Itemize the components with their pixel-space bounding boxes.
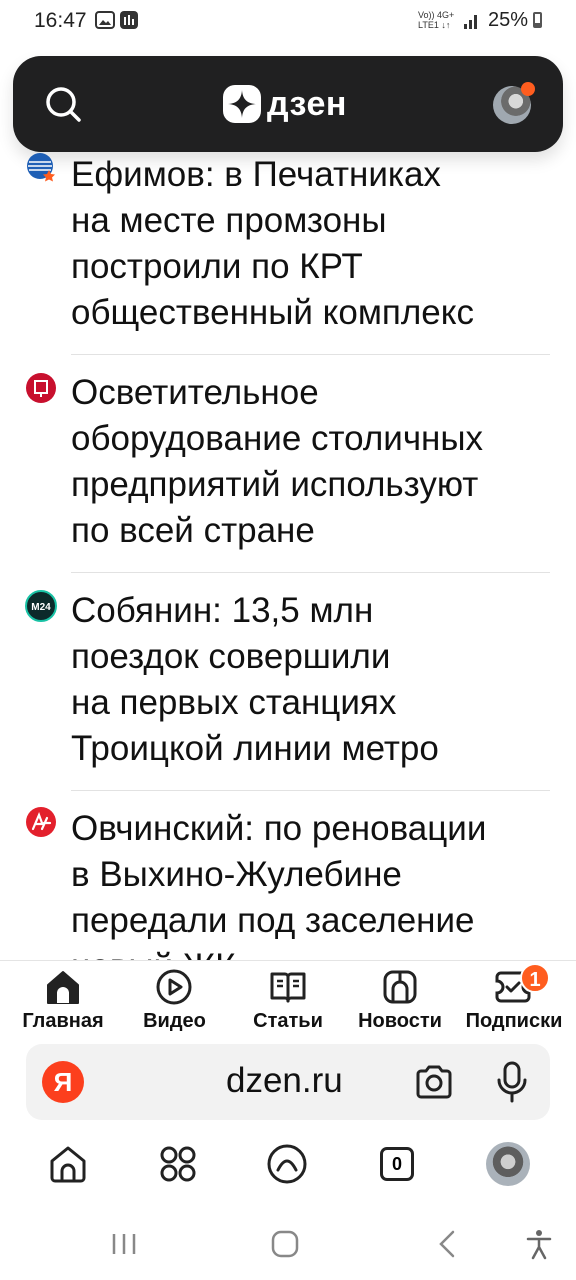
status-time: 16:47 xyxy=(34,9,87,32)
tab-home[interactable]: Главная xyxy=(8,961,118,1039)
headline-line: на месте промзоны xyxy=(71,201,387,240)
camera-icon[interactable] xyxy=(414,1062,454,1102)
news-icon xyxy=(383,970,417,1004)
headline-line: по всей стране xyxy=(71,511,315,550)
headline-line: в Выхино-Жулебине xyxy=(71,855,402,894)
tab-label: Статьи xyxy=(253,1010,323,1032)
browser-home-icon[interactable] xyxy=(46,1142,90,1186)
tab-label: Новости xyxy=(358,1010,442,1032)
dzen-logo-text: дзен xyxy=(267,84,347,123)
divider xyxy=(71,790,550,791)
news-headline[interactable]: Собянин: 13,5 млн поездок совершили на п… xyxy=(71,588,551,772)
tab-label: Подписки xyxy=(465,1010,563,1032)
headline-line: общественный комплекс xyxy=(71,293,474,332)
video-icon xyxy=(156,969,192,1005)
tab-articles[interactable]: Статьи xyxy=(236,961,340,1039)
tab-video[interactable]: Видео xyxy=(122,961,227,1039)
microphone-icon[interactable] xyxy=(494,1060,530,1104)
news-headline[interactable]: Овчинский: по реновации в Выхино-Жулебин… xyxy=(71,806,551,960)
headline-line: Осветительное xyxy=(71,373,319,412)
headline-line: на первых станциях xyxy=(71,683,397,722)
system-nav-bar xyxy=(0,1210,576,1280)
status-bar: 16:47 Vo)) 4G+ LTE1 ↓↑ 25% xyxy=(0,0,576,42)
dzen-logo[interactable]: дзен xyxy=(223,80,347,128)
source-mos-icon xyxy=(27,153,55,182)
headline-line: Собянин: 13,5 млн xyxy=(71,591,374,630)
network-indicator: Vo)) 4G+ LTE1 ↓↑ xyxy=(418,10,454,30)
divider xyxy=(71,354,550,355)
headline-line: поездок совершили xyxy=(71,637,391,676)
bottom-tab-bar: Главная Видео Статьи Новости 1 Подписки xyxy=(0,960,576,1039)
headline-line: построили по КРТ xyxy=(71,247,363,286)
headline-line: передали под заселение xyxy=(71,901,475,940)
tab-label: Видео xyxy=(143,1010,206,1032)
news-feed[interactable]: Ефимов: в Печатниках на месте промзоны п… xyxy=(0,152,576,960)
articles-icon xyxy=(270,972,306,1003)
tab-news[interactable]: Новости xyxy=(348,961,452,1039)
headline-line: Ефимов: в Печатниках xyxy=(71,155,441,194)
profile-avatar[interactable] xyxy=(486,1142,530,1186)
source-red-icon xyxy=(26,373,56,403)
headline-line: Овчинский: по реновации xyxy=(71,809,487,848)
battery-icon xyxy=(533,12,542,28)
home-nav-icon[interactable] xyxy=(269,1228,301,1260)
headline-line: Троицкой линии метро xyxy=(71,729,439,768)
network-top-label: Vo)) 4G+ xyxy=(418,10,455,20)
headline-line: новый ЖК xyxy=(71,944,551,960)
headline-line: оборудование столичных xyxy=(71,419,484,458)
news-headline[interactable]: Осветительное оборудование столичных пре… xyxy=(71,370,551,554)
notification-dot xyxy=(521,82,535,96)
tab-subscriptions[interactable]: 1 Подписки xyxy=(456,961,572,1039)
m24-label: M24 xyxy=(31,602,51,613)
accessibility-icon[interactable] xyxy=(523,1228,555,1260)
services-grid-icon[interactable] xyxy=(156,1142,200,1186)
address-bar[interactable]: Я dzen.ru xyxy=(26,1044,550,1120)
news-headline[interactable]: Ефимов: в Печатниках на месте промзоны п… xyxy=(71,152,551,336)
back-icon[interactable] xyxy=(432,1228,464,1260)
yandex-icon[interactable]: Я xyxy=(42,1061,84,1103)
dzen-header: дзен xyxy=(13,56,563,152)
gallery-icon xyxy=(95,11,115,29)
tab-label: Главная xyxy=(22,1010,104,1032)
search-icon[interactable] xyxy=(43,84,83,124)
headline-line: предприятий используют xyxy=(71,465,479,504)
divider xyxy=(71,572,550,573)
url-text[interactable]: dzen.ru xyxy=(226,1061,343,1101)
app-notification-icon xyxy=(120,11,138,29)
home-icon xyxy=(47,971,79,1004)
battery-percent: 25% xyxy=(488,9,529,31)
source-m24-icon: M24 xyxy=(25,590,57,622)
subscriptions-badge: 1 xyxy=(520,963,550,993)
tabs-count-button[interactable]: 0 xyxy=(380,1147,414,1181)
recent-apps-icon[interactable] xyxy=(108,1228,140,1260)
dzen-logo-icon xyxy=(223,85,261,123)
signal-icon xyxy=(464,15,477,29)
alice-assistant-icon[interactable] xyxy=(265,1142,309,1186)
browser-toolbar: 0 xyxy=(0,1130,576,1200)
source-aif-icon xyxy=(26,807,56,837)
network-bottom-label: LTE1 ↓↑ xyxy=(418,20,451,30)
